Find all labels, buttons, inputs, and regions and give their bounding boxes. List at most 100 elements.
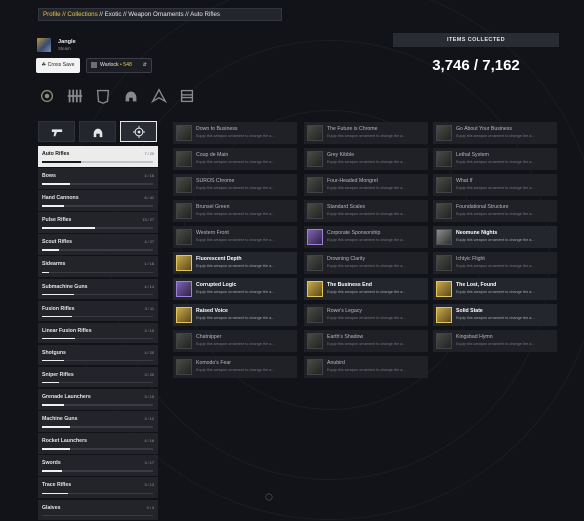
ornament-card[interactable]: Lethal System Equip this weapon ornament …	[433, 148, 557, 170]
weapon-category-count: 3 / 12	[144, 417, 155, 422]
tab-armor[interactable]	[79, 121, 116, 142]
weapon-category-item[interactable]: Swords 3 / 17	[38, 455, 158, 476]
weapon-category-name: Grenade Launchers	[42, 394, 91, 401]
ornament-thumbnail-icon	[176, 306, 192, 323]
ornament-card[interactable]: Go About Your Business Equip this weapon …	[433, 122, 557, 144]
ornament-thumbnail-icon	[436, 228, 452, 245]
ornament-card[interactable]: Ichtyic Flight Equip this weapon ornament…	[433, 252, 557, 274]
ornament-card[interactable]: Chatnipper Equip this weapon ornament to …	[173, 330, 297, 352]
weapon-category-name: Submachine Guns	[42, 283, 88, 290]
weapon-category-item[interactable]: Rocket Launchers 4 / 16	[38, 433, 158, 454]
ornament-card[interactable]: Kingsbad Hymn Equip this weapon ornament …	[433, 330, 557, 352]
ornament-card[interactable]: Earth's Shadow Equip this weapon ornament…	[304, 330, 428, 352]
weapon-category-item[interactable]: Linear Fusion Rifles 3 / 10	[38, 322, 158, 344]
ornament-icon[interactable]	[38, 87, 56, 105]
ornament-description: Equip this weapon ornament to change the…	[327, 368, 406, 372]
ornament-description: Equip this weapon ornament to change the…	[327, 212, 406, 216]
weapon-category-name: Swords	[42, 460, 61, 467]
breadcrumb-path: // Exotic // Weapon Ornaments // Auto Ri…	[97, 11, 221, 18]
weapon-category-count: 4 / 14	[144, 284, 155, 289]
ornament-card[interactable]: Standard Scales Equip this weapon ornamen…	[304, 200, 428, 222]
ornament-card[interactable]: Drowning Clarity Equip this weapon orname…	[304, 252, 428, 274]
ornament-card[interactable]: Neomune Nights Equip this weapon ornament…	[433, 226, 557, 248]
progress-fill	[42, 492, 68, 494]
progress-track	[42, 293, 153, 296]
ornament-thumbnail-icon	[307, 306, 323, 323]
ornament-title: The Lost, Found	[456, 282, 497, 288]
ornament-card[interactable]: Four-Headed Mongrel Equip this weapon orn…	[304, 174, 428, 196]
ornament-description: Equip this weapon ornament to change the…	[327, 264, 406, 268]
ornament-card[interactable]: Solid State Equip this weapon ornament to…	[433, 304, 557, 326]
ornament-card[interactable]: Raised Voice Equip this weapon ornament t…	[173, 304, 297, 326]
cross-save-button[interactable]: ☘ Cross Save	[36, 58, 80, 73]
progress-fill	[42, 337, 76, 340]
ornament-title: What If	[456, 178, 473, 184]
weapon-category-item[interactable]: Shotguns 4 / 20	[38, 344, 158, 366]
ornament-thumbnail-icon	[176, 280, 192, 297]
weapon-category-item[interactable]: Auto Rifles 7 / 20	[38, 146, 158, 167]
ornament-description: Equip this weapon ornament to change the…	[196, 264, 275, 268]
weapon-category-item[interactable]: Grenade Launchers 3 / 15	[38, 389, 158, 410]
weapon-category-item[interactable]: Machine Guns 3 / 12	[38, 411, 158, 432]
avatar	[37, 38, 51, 52]
ornament-card[interactable]: Brunsel Green Equip this weapon ornament …	[173, 200, 297, 222]
weapon-category-list: Auto Rifles 7 / 20 Bows 4 / 16 Hand Cannons 8…	[38, 146, 158, 521]
progress-fill	[42, 470, 62, 472]
tab-kinetic[interactable]	[38, 121, 75, 142]
ornament-card[interactable]: What If Equip this weapon ornament to cha…	[433, 174, 557, 196]
ornament-description: Equip this weapon ornament to change the…	[456, 134, 535, 138]
weapon-category-name: Glaives	[42, 504, 61, 511]
ornament-card[interactable]: The Future is Chrome Equip this weapon or…	[304, 122, 428, 144]
ornament-card[interactable]: Down to Business Equip this weapon orname…	[173, 122, 297, 144]
weapon-category-item[interactable]: Scout Rifles 4 / 27	[38, 234, 158, 255]
ornament-description: Equip this weapon ornament to change the…	[196, 212, 275, 216]
ornament-description: Equip this weapon ornament to change the…	[327, 290, 406, 294]
ornament-title: Ichtyic Flight	[456, 256, 485, 262]
weapon-category-count: 3 / 11	[144, 306, 154, 311]
weapon-category-item[interactable]: Fusion Rifles 3 / 11	[38, 300, 158, 322]
weapon-category-item[interactable]: Trace Rifles 3 / 13	[38, 477, 158, 498]
weapon-rack-icon[interactable]	[66, 87, 84, 105]
weapon-category-item[interactable]: Sniper Rifles 3 / 20	[38, 366, 158, 388]
ornament-column: The Future is Chrome Equip this weapon or…	[304, 122, 428, 382]
weapon-category-item[interactable]: Glaives 0 / 3	[38, 499, 158, 520]
weapon-category-item[interactable]: Sidearms 1 / 16	[38, 256, 158, 277]
emblem-icon[interactable]	[178, 87, 196, 105]
weapon-category-name: Fusion Rifles	[42, 305, 75, 312]
ornament-card[interactable]: Western Front Equip this weapon ornament …	[173, 226, 297, 248]
progress-track	[42, 492, 153, 494]
ornament-card[interactable]: Foundational Structure Equip this weapon …	[433, 200, 557, 222]
ornament-card[interactable]: Komodo's Fear Equip this weapon ornament …	[173, 356, 297, 378]
chevron-updown-icon: ⇵	[142, 62, 147, 68]
weapon-category-item[interactable]: Hand Cannons 8 / 41	[38, 190, 158, 211]
weapon-category-item[interactable]: Submachine Guns 4 / 14	[38, 278, 158, 300]
armor-icon[interactable]	[94, 87, 112, 105]
ornament-card[interactable]: The Business End Equip this weapon orname…	[304, 278, 428, 300]
ornament-description: Equip this weapon ornament to change the…	[196, 186, 275, 190]
ornament-card[interactable]: Grey Kibble Equip this weapon ornament to…	[304, 148, 428, 170]
weapon-category-item[interactable]: Pulse Rifles 13 / 27	[38, 212, 158, 233]
weapon-category-item[interactable]: Bows 4 / 16	[38, 168, 158, 189]
ornament-title: Rowe's Legacy	[327, 308, 363, 314]
category-icons	[38, 87, 196, 107]
ornament-card[interactable]: Corrupted Logic Equip this weapon ornamen…	[173, 278, 297, 300]
character-select[interactable]: Warlock • 548 ⇵	[86, 58, 152, 73]
ornament-description: Equip this weapon ornament to change the…	[196, 238, 275, 242]
weapon-category-name: Sniper Rifles	[42, 371, 74, 378]
weapon-category-count: 0 / 3	[146, 505, 154, 510]
weapon-category-count: 4 / 16	[144, 439, 155, 444]
progress-track	[42, 271, 153, 273]
ornament-title: Corporate Sponsorship	[327, 230, 381, 236]
ornament-card[interactable]: Fluorescent Depth Equip this weapon ornam…	[173, 252, 297, 274]
ornament-card[interactable]: Anubird Equip this weapon ornament to cha…	[304, 356, 428, 378]
ornament-card[interactable]: Coup de Main Equip this weapon ornament t…	[173, 148, 297, 170]
ornament-card[interactable]: SUROS Chrome Equip this weapon ornament t…	[173, 174, 297, 196]
ornament-card[interactable]: Corporate Sponsorship Equip this weapon o…	[304, 226, 428, 248]
breadcrumb-link[interactable]: Profile // Collections	[43, 11, 98, 18]
ornament-thumbnail-icon	[307, 280, 323, 297]
ornament-card[interactable]: Rowe's Legacy Equip this weapon ornament …	[304, 304, 428, 326]
ornament-card[interactable]: The Lost, Found Equip this weapon ornamen…	[433, 278, 557, 300]
ship-icon[interactable]	[150, 87, 168, 105]
tab-ornaments[interactable]	[120, 121, 157, 142]
helmet-icon[interactable]	[122, 87, 140, 105]
